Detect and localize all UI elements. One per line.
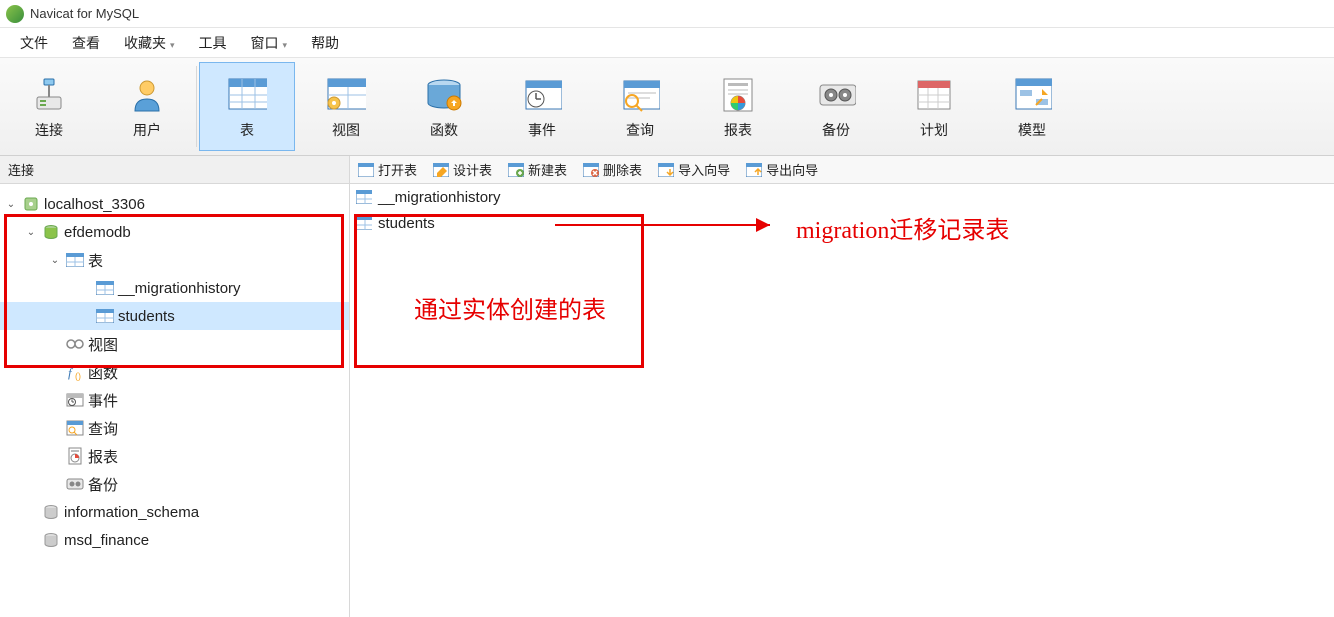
app-logo-icon [6,5,24,23]
query-icon [66,419,84,437]
ribbon-view[interactable]: 视图 [297,58,395,155]
database-closed-icon [42,503,60,521]
menu-help[interactable]: 帮助 [299,29,351,57]
tree-table-migrationhistory[interactable]: · __migrationhistory [0,274,349,302]
expand-icon[interactable]: ⌄ [48,255,62,266]
svg-text:f: f [68,365,74,380]
connection-tree: ⌄ localhost_3306 ⌄ efdemodb ⌄ 表 · __migr… [0,184,350,617]
tree-views[interactable]: · 视图 [0,330,349,358]
tree-reports[interactable]: · 报表 [0,442,349,470]
ribbon-separator-1 [196,66,197,147]
table-icon [227,74,267,114]
tree-table-students[interactable]: · students [0,302,349,330]
delete-table-icon [583,163,599,177]
event-icon [522,74,562,114]
tree-events[interactable]: · 事件 [0,386,349,414]
open-table-icon [358,163,374,177]
tree-queries[interactable]: · 查询 [0,414,349,442]
sub-toolbar: 连接 打开表 设计表 新建表 删除表 导入向导 导出向导 [0,156,1334,184]
report-icon [718,74,758,114]
menu-view[interactable]: 查看 [60,29,112,57]
action-import-wizard[interactable]: 导入向导 [658,160,730,179]
list-item-students[interactable]: students [350,210,1334,236]
ribbon-model[interactable]: 模型 [983,58,1081,155]
database-icon [42,223,60,241]
action-design-table[interactable]: 设计表 [433,160,492,179]
menu-window[interactable]: 窗口▾ [239,29,300,57]
action-new-table[interactable]: 新建表 [508,160,567,179]
action-open-table[interactable]: 打开表 [358,160,417,179]
ribbon-connection[interactable]: 连接 [0,58,98,155]
menu-file[interactable]: 文件 [8,29,60,57]
design-table-icon [433,163,449,177]
tree-database-msd-finance[interactable]: › msd_finance [0,526,349,554]
table-actions: 打开表 设计表 新建表 删除表 导入向导 导出向导 [350,160,826,179]
view-icon [66,335,84,353]
table-icon [356,190,372,204]
ribbon-function[interactable]: 函数 [395,58,493,155]
backup-icon [816,74,856,114]
menu-favorites[interactable]: 收藏夹▾ [112,29,187,57]
table-icon [96,279,114,297]
tree-database-efdemodb[interactable]: ⌄ efdemodb [0,218,349,246]
content-area: ⌄ localhost_3306 ⌄ efdemodb ⌄ 表 · __migr… [0,184,1334,617]
table-icon [356,216,372,230]
ribbon-toolbar: 连接 用户 表 视图 函数 事件 查询 [0,58,1334,156]
schedule-icon [914,74,954,114]
query-icon [620,74,660,114]
ribbon-table[interactable]: 表 [199,62,295,151]
ribbon-query[interactable]: 查询 [591,58,689,155]
menu-bar: 文件 查看 收藏夹▾ 工具 窗口▾ 帮助 [0,28,1334,58]
sidebar-title: 连接 [0,156,350,183]
expand-icon[interactable]: ⌄ [4,199,18,210]
event-icon [66,391,84,409]
server-icon [22,195,40,213]
connection-icon [29,74,69,114]
tree-backups[interactable]: · 备份 [0,470,349,498]
import-icon [658,163,674,177]
ribbon-backup[interactable]: 备份 [787,58,885,155]
report-icon [66,447,84,465]
tree-tables-folder[interactable]: ⌄ 表 [0,246,349,274]
export-icon [746,163,762,177]
function-icon [424,74,464,114]
backup-icon [66,475,84,493]
new-table-icon [508,163,524,177]
main-list: __migrationhistory students [350,184,1334,617]
tree-database-information-schema[interactable]: › information_schema [0,498,349,526]
menu-tools[interactable]: 工具 [187,29,239,57]
view-icon [326,74,366,114]
action-export-wizard[interactable]: 导出向导 [746,160,818,179]
action-delete-table[interactable]: 删除表 [583,160,642,179]
expand-icon[interactable]: ⌄ [24,227,38,238]
database-closed-icon [42,531,60,549]
table-icon [96,307,114,325]
user-icon [127,74,167,114]
title-bar: Navicat for MySQL [0,0,1334,28]
tree-functions[interactable]: · f() 函数 [0,358,349,386]
ribbon-event[interactable]: 事件 [493,58,591,155]
window-title: Navicat for MySQL [30,6,139,21]
svg-text:(): () [75,371,81,381]
ribbon-schedule[interactable]: 计划 [885,58,983,155]
model-icon [1012,74,1052,114]
function-icon: f() [66,363,84,381]
table-folder-icon [66,251,84,269]
list-item-migrationhistory[interactable]: __migrationhistory [350,184,1334,210]
ribbon-user[interactable]: 用户 [98,58,196,155]
tree-connection[interactable]: ⌄ localhost_3306 [0,190,349,218]
ribbon-report[interactable]: 报表 [689,58,787,155]
